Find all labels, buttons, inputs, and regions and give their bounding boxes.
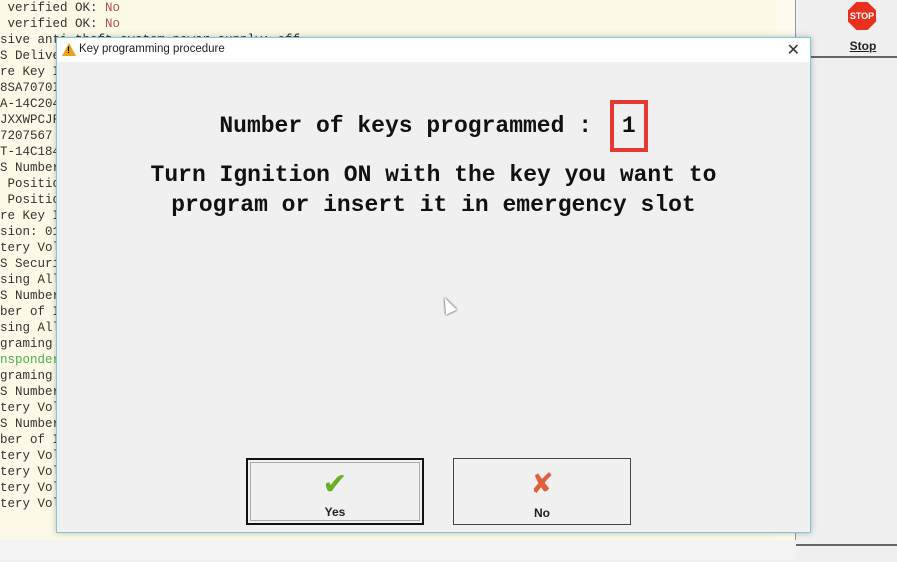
log-text: A-14C204 xyxy=(0,97,61,111)
log-line: tery Vol xyxy=(0,448,60,464)
log-text: ber of I xyxy=(0,305,61,319)
log-text: tery Vol xyxy=(0,465,61,479)
log-line: Positic xyxy=(0,192,61,208)
keys-programmed-count: 1 xyxy=(609,100,648,152)
log-line: 7207567 xyxy=(0,128,53,144)
log-line: sing All xyxy=(0,320,60,336)
log-line: S Number xyxy=(0,384,60,400)
log-line: re Key I xyxy=(0,64,60,80)
log-text: sion: 01 xyxy=(0,225,61,239)
log-line: nsponder xyxy=(0,352,60,368)
log-line: tery Vol xyxy=(0,480,60,496)
log-line: JXXWPCJF xyxy=(0,112,60,128)
log-line: 8SA7070I xyxy=(0,80,60,96)
side-toolbar: STOP Stop xyxy=(796,0,897,560)
log-text: tery Vol xyxy=(0,497,61,511)
yes-button[interactable]: ✔ Yes xyxy=(246,458,424,525)
log-text: re Key I xyxy=(0,209,61,223)
log-text: re Key I xyxy=(0,65,61,79)
log-line: graming xyxy=(0,336,60,352)
log-line: Positic xyxy=(0,176,61,192)
log-text: S Number xyxy=(0,161,61,175)
no-button[interactable]: ✘ No xyxy=(453,458,631,525)
log-text: S Delive xyxy=(0,49,61,63)
log-text: T-14C184 xyxy=(0,145,61,159)
status-bar xyxy=(0,540,796,560)
no-label: No xyxy=(534,506,550,520)
log-line: ber of I xyxy=(0,304,60,320)
close-button[interactable]: ✕ xyxy=(787,40,800,60)
log-line: S Number xyxy=(0,288,60,304)
checkmark-icon: ✔ xyxy=(322,468,348,501)
log-text: tery Vol xyxy=(0,449,61,463)
log-line: S Number xyxy=(0,416,60,432)
key-programming-dialog: ! Key programming procedure ✕ Number of … xyxy=(56,37,811,533)
dialog-title: Key programming procedure xyxy=(79,43,225,55)
log-line: verified OK: No xyxy=(0,16,121,32)
warning-icon: ! xyxy=(62,43,76,56)
instruction-line: Turn Ignition ON with the key you want t… xyxy=(150,162,717,188)
log-text: JXXWPCJF xyxy=(0,113,61,127)
log-text: S Securi xyxy=(0,257,61,271)
log-text: nsponder xyxy=(0,353,61,367)
stop-label: Stop xyxy=(849,39,877,53)
log-text: Positic xyxy=(0,193,61,207)
cross-icon: ✘ xyxy=(530,468,554,499)
log-line: tery Vol xyxy=(0,496,60,512)
log-text: sing All xyxy=(0,321,61,335)
log-text: S Number xyxy=(0,417,61,431)
log-text: verified OK: xyxy=(0,17,106,31)
keys-programmed-message: Number of keys programmed : 1 xyxy=(57,100,810,152)
instruction-message: Turn Ignition ON with the key you want t… xyxy=(57,160,810,220)
log-line: graming xyxy=(0,368,60,384)
side-button[interactable] xyxy=(796,544,897,562)
log-line: T-14C184 xyxy=(0,144,60,160)
log-line: tery Vol xyxy=(0,400,60,416)
log-text: S Number xyxy=(0,289,61,303)
log-line: sing All xyxy=(0,272,60,288)
log-line: S Number xyxy=(0,160,60,176)
log-text: sing All xyxy=(0,273,61,287)
log-line: tery Vol xyxy=(0,464,60,480)
stop-icon: STOP xyxy=(848,2,876,30)
instruction-line: program or insert it in emergency slot xyxy=(171,192,696,218)
log-line: sion: 01 xyxy=(0,224,60,240)
log-line: A-14C204 xyxy=(0,96,60,112)
log-line: S Securi xyxy=(0,256,60,272)
log-text: graming xyxy=(0,337,61,351)
log-line: re Key I xyxy=(0,208,60,224)
mouse-cursor xyxy=(439,295,457,315)
log-line: verified OK: No xyxy=(0,0,121,16)
close-icon: ✕ xyxy=(786,42,800,59)
log-text: tery Vol xyxy=(0,241,61,255)
log-line: ber of I xyxy=(0,432,60,448)
yes-label: Yes xyxy=(324,505,346,519)
log-text: S Number xyxy=(0,385,61,399)
log-text: ber of I xyxy=(0,433,61,447)
log-value: No xyxy=(105,17,121,31)
log-text: tery Vol xyxy=(0,481,61,495)
log-text: graming xyxy=(0,369,61,383)
log-value: No xyxy=(105,1,121,15)
log-text: 8SA7070I xyxy=(0,81,61,95)
log-text: 7207567 xyxy=(0,129,53,143)
dialog-titlebar[interactable]: ! Key programming procedure ✕ xyxy=(57,38,810,62)
stop-button[interactable]: STOP Stop xyxy=(796,0,897,58)
log-line: tery Vol xyxy=(0,240,60,256)
log-text: verified OK: xyxy=(0,1,106,15)
log-text: tery Vol xyxy=(0,401,61,415)
keys-programmed-label: Number of keys programmed : xyxy=(219,113,593,139)
log-text: Positic xyxy=(0,177,61,191)
log-line: S Delive xyxy=(0,48,60,64)
